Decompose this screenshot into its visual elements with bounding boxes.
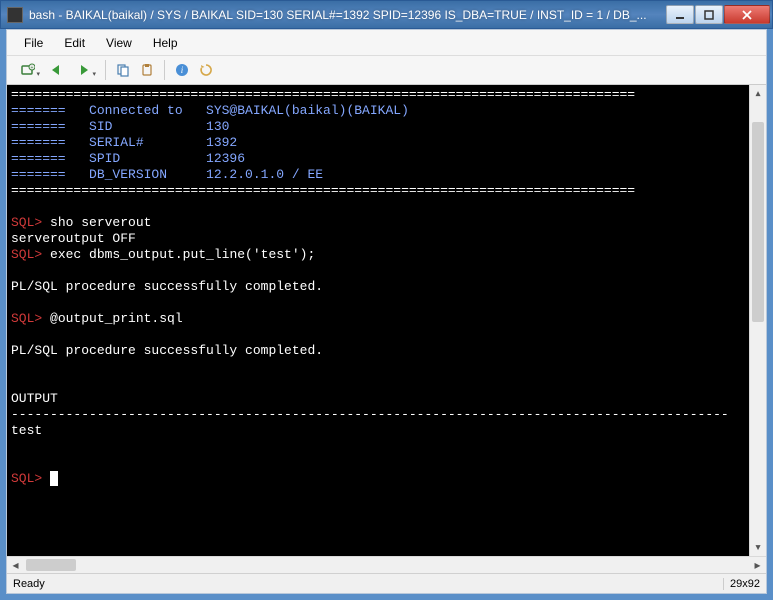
window-title: bash - BAIKAL(baikal) / SYS / BAIKAL SID…	[29, 8, 665, 22]
header-sid: ======= SID 130	[11, 119, 229, 134]
copy-icon	[116, 63, 130, 77]
info-button[interactable]: i	[171, 59, 193, 81]
new-session-button[interactable]: +	[13, 59, 43, 81]
paste-button[interactable]	[136, 59, 158, 81]
scroll-thumb[interactable]	[26, 559, 76, 571]
dash-rule: ----------------------------------------…	[11, 407, 729, 422]
scroll-right-icon[interactable]: ▸	[749, 557, 766, 573]
sql-prompt: SQL>	[11, 311, 42, 326]
info-icon: i	[175, 63, 189, 77]
scroll-thumb[interactable]	[752, 122, 764, 322]
copy-button[interactable]	[112, 59, 134, 81]
minimize-icon	[675, 10, 685, 20]
rule-line: ========================================…	[11, 183, 635, 198]
maximize-icon	[704, 10, 714, 20]
rule-line: ========================================…	[11, 87, 635, 102]
status-text: Ready	[13, 578, 723, 590]
sql-prompt: SQL>	[11, 215, 42, 230]
terminal-size: 29x92	[723, 578, 760, 590]
header-serial: ======= SERIAL# 1392	[11, 135, 237, 150]
menu-help[interactable]: Help	[144, 33, 187, 53]
toolbar-separator	[105, 60, 106, 80]
scroll-left-icon[interactable]: ◂	[7, 557, 24, 573]
menubar: File Edit View Help	[7, 30, 766, 56]
minimize-button[interactable]	[666, 5, 694, 24]
menu-edit[interactable]: Edit	[55, 33, 94, 53]
scroll-track[interactable]	[750, 102, 766, 539]
menu-view[interactable]: View	[97, 33, 141, 53]
horizontal-scrollbar[interactable]: ◂ ▸	[7, 556, 766, 573]
sql-prompt: SQL>	[11, 247, 42, 262]
back-button[interactable]	[45, 59, 67, 81]
plsql-result: PL/SQL procedure successfully completed.	[11, 343, 323, 358]
refresh-button[interactable]	[195, 59, 217, 81]
scroll-down-icon[interactable]: ▾	[750, 539, 766, 556]
header-dbversion: ======= DB_VERSION 12.2.0.1.0 / EE	[11, 167, 323, 182]
command-2: exec dbms_output.put_line('test');	[42, 247, 315, 262]
paste-icon	[140, 63, 154, 77]
window-client: File Edit View Help + i =============	[6, 29, 767, 594]
toolbar-separator	[164, 60, 165, 80]
forward-button[interactable]	[69, 59, 99, 81]
output-value: test	[11, 423, 42, 438]
toolbar: + i	[7, 56, 766, 85]
new-session-icon: +	[21, 63, 35, 77]
arrow-right-icon	[77, 63, 91, 77]
close-icon	[742, 10, 752, 20]
window-buttons	[665, 5, 770, 24]
refresh-icon	[199, 63, 213, 77]
header-connected: ======= Connected to SYS@BAIKAL(baikal)(…	[11, 103, 409, 118]
sql-prompt: SQL>	[11, 471, 42, 486]
svg-text:+: +	[31, 65, 34, 71]
terminal-output[interactable]: ========================================…	[7, 85, 766, 556]
arrow-left-icon	[49, 63, 63, 77]
vertical-scrollbar[interactable]: ▴ ▾	[749, 85, 766, 556]
plsql-result: PL/SQL procedure successfully completed.	[11, 279, 323, 294]
header-spid: ======= SPID 12396	[11, 151, 245, 166]
command-3: @output_print.sql	[42, 311, 182, 326]
close-button[interactable]	[724, 5, 770, 24]
scroll-track[interactable]	[24, 557, 749, 573]
scroll-up-icon[interactable]: ▴	[750, 85, 766, 102]
maximize-button[interactable]	[695, 5, 723, 24]
terminal-cursor	[50, 471, 58, 486]
app-icon	[7, 7, 23, 23]
output-header: OUTPUT	[11, 391, 58, 406]
menu-file[interactable]: File	[15, 33, 52, 53]
output-serverout: serveroutput OFF	[11, 231, 136, 246]
command-1: sho serverout	[42, 215, 151, 230]
statusbar: Ready 29x92	[7, 573, 766, 593]
titlebar: bash - BAIKAL(baikal) / SYS / BAIKAL SID…	[0, 0, 773, 29]
